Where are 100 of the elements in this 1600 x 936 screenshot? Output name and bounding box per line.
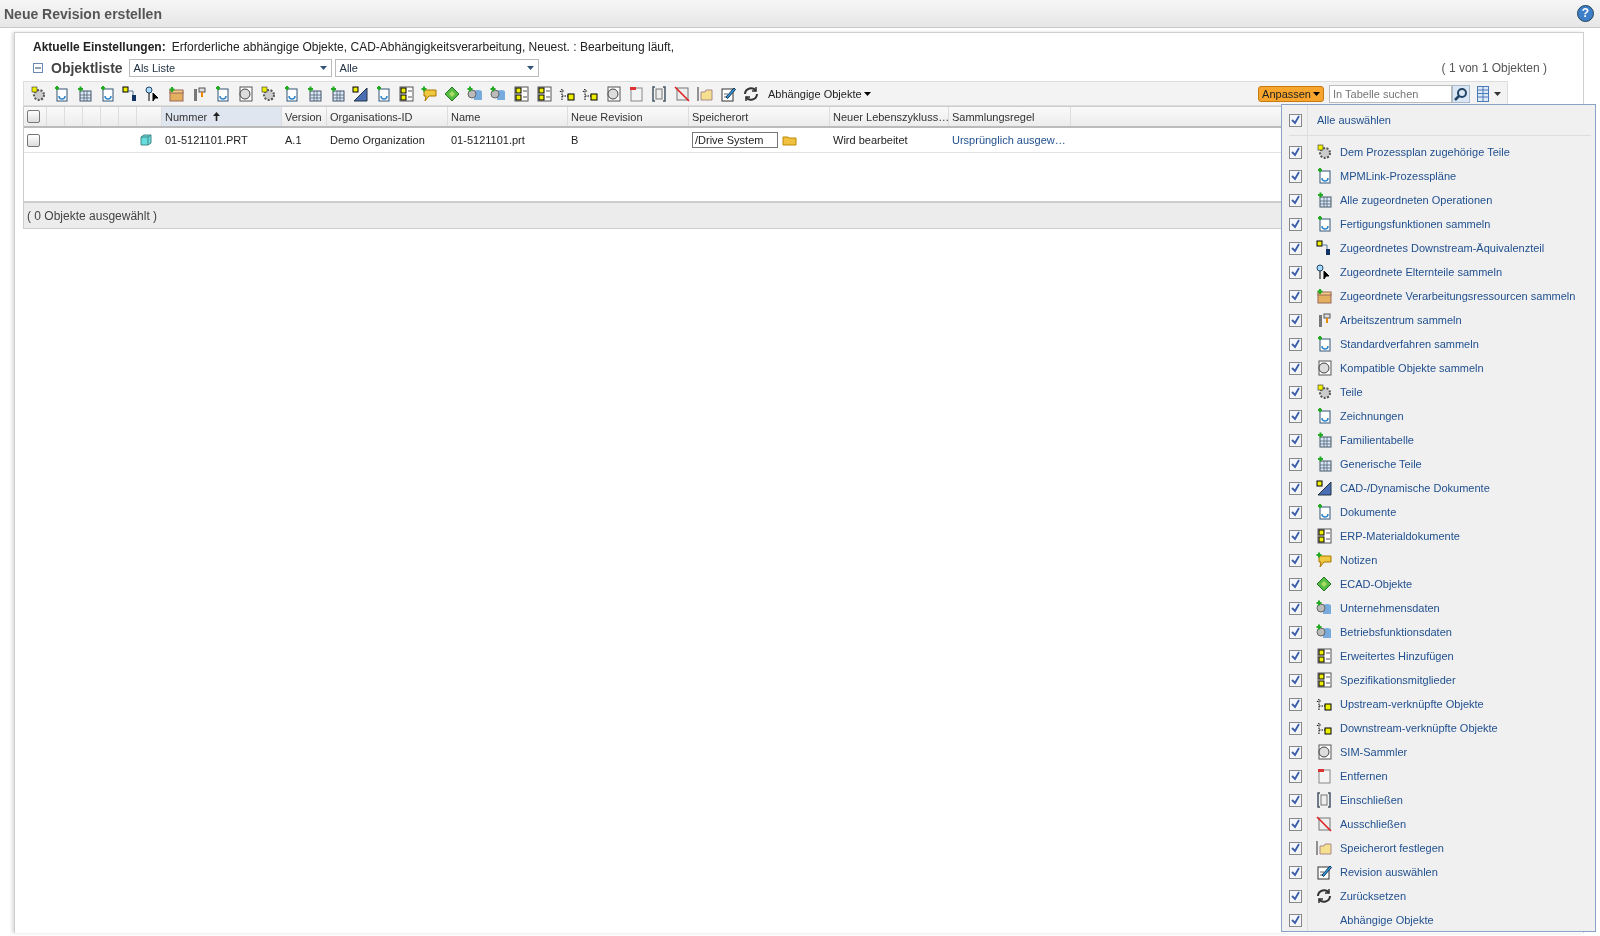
caret-icon[interactable] (526, 66, 534, 70)
caret-icon[interactable] (863, 91, 871, 96)
checkbox[interactable] (1289, 505, 1302, 519)
triangle-icon[interactable] (352, 85, 368, 102)
checkbox[interactable] (1289, 409, 1302, 423)
menu-item[interactable]: Generische Teile (1340, 458, 1422, 470)
gear-icon[interactable] (30, 85, 46, 102)
menu-item[interactable]: Zugeordnetes Downstream-Äquivalenzteil (1340, 242, 1545, 254)
menu-item[interactable]: Zugeordnete Verarbeitungsressourcen sammeln (1340, 290, 1576, 302)
checkbox[interactable] (1289, 649, 1302, 663)
menu-item[interactable]: Alle zugeordneten Operationen (1340, 194, 1493, 206)
menu-item[interactable]: Upstream-verknüpfte Objekte (1340, 698, 1484, 710)
menu-item[interactable]: Zurücksetzen (1340, 890, 1407, 902)
checkbox[interactable] (1289, 289, 1302, 303)
checkbox[interactable] (1289, 457, 1302, 471)
pencil-icon[interactable] (720, 85, 736, 102)
menu-item[interactable]: Fertigungsfunktionen sammeln (1340, 218, 1491, 230)
disc-icon[interactable] (237, 85, 253, 102)
menu-item[interactable]: Spezifikationsmitglieder (1340, 674, 1456, 686)
checkbox[interactable] (1289, 481, 1302, 495)
menu-item[interactable]: Notizen (1340, 554, 1378, 566)
menu-item[interactable]: Speicherort festlegen (1340, 842, 1444, 854)
cross-out-icon[interactable] (674, 85, 690, 102)
filter-dropdown[interactable]: Alle (334, 59, 539, 77)
menu-item[interactable]: Zeichnungen (1340, 410, 1404, 422)
checkbox[interactable] (1289, 601, 1302, 615)
select-all-checkbox[interactable] (27, 110, 40, 123)
menu-item[interactable]: ERP-Materialdokumente (1340, 530, 1460, 542)
document-icon[interactable] (53, 85, 69, 102)
folder-icon[interactable] (697, 85, 713, 102)
checkbox[interactable] (1289, 769, 1302, 783)
database-icon[interactable] (490, 85, 506, 102)
checkbox[interactable] (1289, 625, 1302, 639)
checkbox[interactable] (1289, 145, 1302, 159)
box-icon[interactable] (168, 85, 184, 102)
document-icon[interactable] (99, 85, 115, 102)
caret-icon[interactable] (319, 66, 327, 70)
checkbox[interactable] (1289, 577, 1302, 591)
menu-item[interactable]: CAD-/Dynamische Dokumente (1340, 482, 1490, 494)
folder-icon[interactable] (782, 134, 797, 146)
table-view-icon[interactable] (1477, 85, 1489, 102)
checkbox[interactable] (1289, 313, 1302, 327)
grid-icon[interactable] (398, 85, 414, 102)
checkbox[interactable] (1289, 913, 1302, 927)
checkbox[interactable] (1289, 889, 1302, 903)
bracket-icon[interactable] (651, 85, 667, 102)
checkbox[interactable] (1289, 865, 1302, 879)
menu-item[interactable]: Downstream-verknüpfte Objekte (1340, 722, 1498, 734)
menu-item[interactable]: SIM-Sammler (1340, 746, 1408, 758)
table-icon[interactable] (329, 85, 345, 102)
menu-item[interactable]: Einschließen (1340, 794, 1403, 806)
menu-item[interactable]: ECAD-Objekte (1340, 578, 1413, 590)
column-header[interactable]: Speicherort (692, 110, 749, 123)
note-icon[interactable] (421, 85, 437, 102)
checkbox[interactable] (1289, 337, 1302, 351)
database-icon[interactable] (467, 85, 483, 102)
column-header[interactable]: Organisations-ID (330, 110, 413, 123)
menu-item[interactable]: Erweitertes Hinzufügen (1340, 650, 1454, 662)
menu-item[interactable]: Unternehmensdaten (1340, 602, 1440, 614)
page-icon[interactable] (628, 85, 644, 102)
pointer-icon[interactable] (145, 85, 161, 102)
customize-button[interactable]: Anpassen (1258, 85, 1324, 102)
menu-item[interactable]: Entfernen (1340, 770, 1388, 782)
column-header[interactable]: Version (285, 110, 322, 123)
menu-item[interactable]: Alle auswählen (1317, 114, 1391, 126)
menu-item[interactable]: Dokumente (1340, 506, 1397, 518)
row-checkbox[interactable] (27, 133, 40, 147)
checkbox[interactable] (1289, 113, 1302, 127)
checkbox[interactable] (1289, 169, 1302, 183)
checkbox[interactable] (1289, 745, 1302, 759)
menu-item[interactable]: Kompatible Objekte sammeln (1340, 362, 1484, 374)
menu-item[interactable]: Ausschließen (1340, 818, 1407, 830)
checkbox[interactable] (1289, 697, 1302, 711)
menu-item[interactable]: Zugeordnete Elternteile sammeln (1340, 266, 1503, 278)
document-icon[interactable] (375, 85, 391, 102)
checkbox[interactable] (1289, 721, 1302, 735)
refresh-icon[interactable] (743, 85, 759, 102)
checkbox[interactable] (1289, 241, 1302, 255)
menu-item[interactable]: Abhängige Objekte (1340, 914, 1434, 926)
search-button[interactable] (1452, 84, 1470, 103)
table-icon[interactable] (76, 85, 92, 102)
location-field[interactable]: /Drive System (692, 132, 778, 148)
checkbox[interactable] (1289, 817, 1302, 831)
menu-item[interactable]: Arbeitszentrum sammeln (1340, 314, 1462, 326)
menu-item[interactable]: Dem Prozessplan zugehörige Teile (1340, 146, 1510, 158)
search-field[interactable]: In Tabelle suchen (1329, 84, 1452, 103)
checkbox[interactable] (1289, 433, 1302, 447)
checkbox[interactable] (1289, 673, 1302, 687)
gear-icon[interactable] (260, 85, 276, 102)
menu-item[interactable]: MPMLink-Prozesspläne (1340, 170, 1457, 182)
document-icon[interactable] (214, 85, 230, 102)
link-icon[interactable] (122, 85, 138, 102)
document-icon[interactable] (283, 85, 299, 102)
checkbox[interactable] (1289, 361, 1302, 375)
checkbox[interactable] (1289, 841, 1302, 855)
collapse-icon[interactable] (33, 63, 43, 73)
menu-item[interactable]: Revision auswählen (1340, 866, 1438, 878)
column-header[interactable]: Sammlungsregel (952, 110, 1035, 123)
menu-item[interactable]: Betriebsfunktionsdaten (1340, 626, 1452, 638)
disc-icon[interactable] (605, 85, 621, 102)
